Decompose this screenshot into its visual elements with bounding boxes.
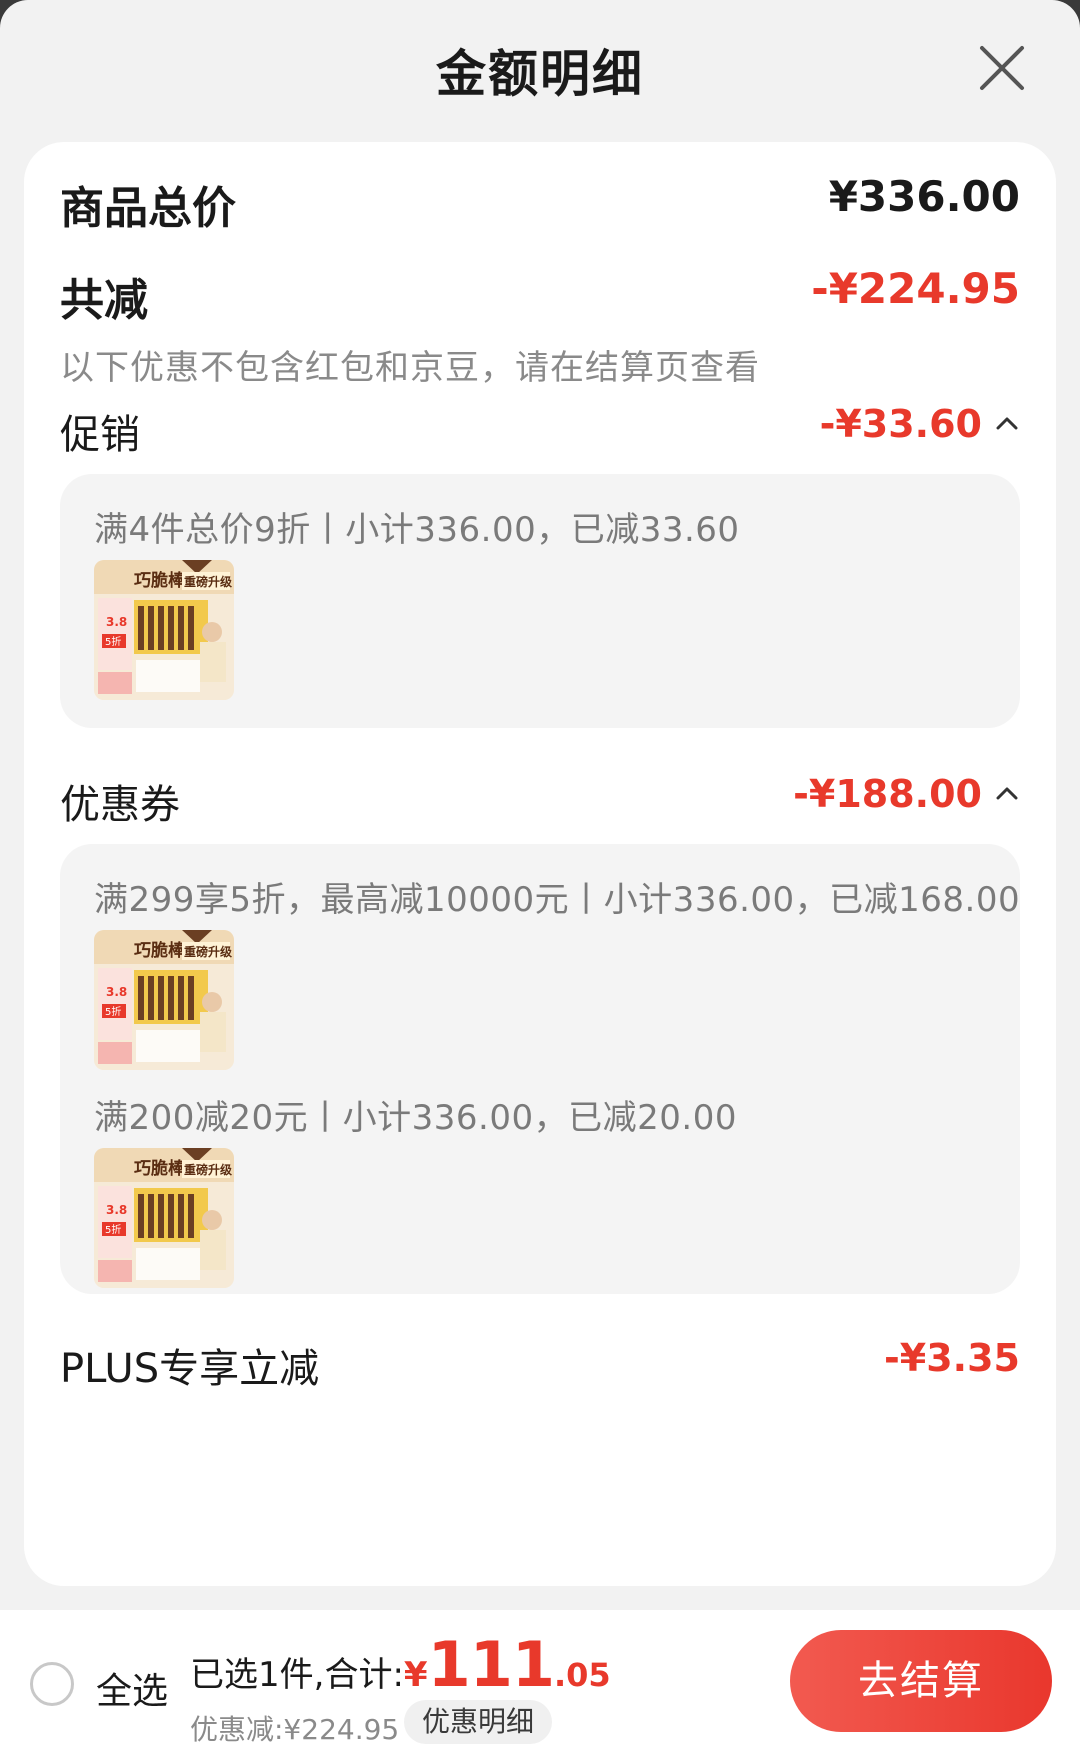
product-image: 巧脆棒 重磅升级 3.8 5折	[94, 930, 234, 1070]
coupon-row[interactable]: 优惠券 -¥188.00	[60, 772, 1020, 832]
promotion-detail-box: 满4件总价9折丨小计336.00，已减33.60 巧脆棒 重磅升级 3.8 5折	[60, 474, 1020, 728]
chevron-up-icon[interactable]	[994, 781, 1020, 807]
plus-discount-row: PLUS专享立减 -¥3.35	[60, 1336, 1020, 1396]
product-thumbnail[interactable]: 巧脆棒 重磅升级 3.8 5折	[94, 930, 234, 1070]
plus-discount-label: PLUS专享立减	[60, 1346, 320, 1392]
total-integer: 111	[427, 1628, 555, 1701]
product-price-tag: 3.8	[106, 985, 127, 999]
product-image: 巧脆棒 重磅升级 3.8 5折	[94, 1148, 234, 1288]
close-icon[interactable]	[974, 40, 1030, 96]
total-reduce-row: 共减 -¥224.95 以下优惠不包含红包和京豆，请在结算页查看	[60, 264, 1020, 388]
product-tag-text: 重磅升级	[184, 1162, 232, 1177]
promotion-value: -¥33.60	[819, 402, 982, 446]
amount-detail-sheet: 金额明细 商品总价 ¥336.00 共减 -¥224.95 以下优惠不包含红包和…	[0, 0, 1080, 1749]
product-tag-text: 重磅升级	[184, 944, 232, 959]
total-price-label: 商品总价	[60, 183, 236, 234]
product-price-tag: 3.8	[106, 615, 127, 629]
detail-card: 商品总价 ¥336.00 共减 -¥224.95 以下优惠不包含红包和京豆，请在…	[24, 142, 1056, 1586]
coupon-amount: -¥188.00	[793, 772, 1020, 816]
total-price-value: ¥336.00	[828, 172, 1020, 221]
product-badge: 5折	[105, 1223, 121, 1236]
product-price-tag: 3.8	[106, 1203, 127, 1217]
promotion-amount: -¥33.60	[820, 402, 1020, 446]
promotion-label: 促销	[60, 412, 140, 458]
total-decimal: .05	[554, 1656, 611, 1694]
coupon-value: -¥188.00	[793, 772, 982, 816]
currency-symbol: ¥	[403, 1655, 428, 1695]
checkout-button[interactable]: 去结算	[790, 1630, 1052, 1732]
discount-text: 优惠减:¥224.95	[190, 1713, 400, 1746]
product-image: 巧脆棒 重磅升级 3.8 5折	[94, 560, 234, 700]
product-brand-text: 巧脆棒	[134, 940, 186, 961]
total-reduce-value: -¥224.95	[811, 264, 1020, 313]
product-badge: 5折	[105, 635, 121, 648]
product-brand-text: 巧脆棒	[134, 570, 186, 591]
coupon-rule-1: 满299享5折，最高减10000元丨小计336.00，已减168.00	[94, 880, 1021, 920]
product-brand-text: 巧脆棒	[134, 1158, 186, 1179]
plus-discount-value: -¥3.35	[884, 1336, 1020, 1380]
bottom-checkout-bar: 全选 已选1件,合计:¥111.05 优惠减:¥224.95 优惠明细 去结算	[0, 1610, 1080, 1749]
summary-label: 已选1件,合计:	[190, 1655, 404, 1695]
coupon-label: 优惠券	[60, 782, 180, 828]
product-tag-text: 重磅升级	[184, 574, 232, 589]
sheet-title: 金额明细	[436, 45, 644, 103]
coupon-rule-2: 满200减20元丨小计336.00，已减20.00	[94, 1098, 737, 1138]
total-summary: 已选1件,合计:¥111.05	[190, 1628, 611, 1701]
product-thumbnail[interactable]: 巧脆棒 重磅升级 3.8 5折	[94, 560, 234, 700]
coupon-detail-box: 满299享5折，最高减10000元丨小计336.00，已减168.00 巧脆棒 …	[60, 844, 1020, 1294]
product-thumbnail[interactable]: 巧脆棒 重磅升级 3.8 5折	[94, 1148, 234, 1288]
promotion-row[interactable]: 促销 -¥33.60	[60, 402, 1020, 462]
promotion-rule: 满4件总价9折丨小计336.00，已减33.60	[94, 510, 740, 550]
select-all-radio[interactable]	[30, 1662, 74, 1706]
product-badge: 5折	[105, 1005, 121, 1018]
total-price-row: 商品总价 ¥336.00	[60, 172, 1020, 234]
sheet-header: 金额明细	[0, 0, 1080, 136]
reduce-hint: 以下优惠不包含红包和京豆，请在结算页查看	[60, 348, 760, 388]
discount-detail-button[interactable]: 优惠明细	[404, 1700, 553, 1744]
select-all-label[interactable]: 全选	[96, 1662, 168, 1714]
chevron-up-icon[interactable]	[994, 411, 1020, 437]
